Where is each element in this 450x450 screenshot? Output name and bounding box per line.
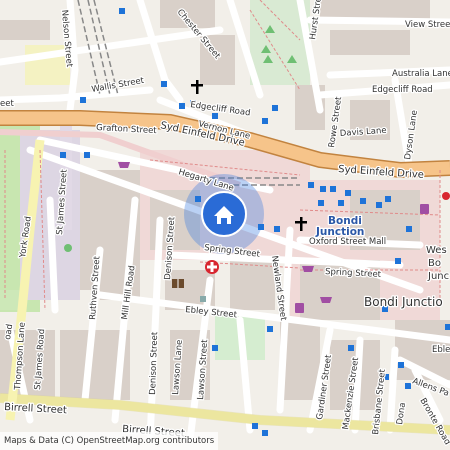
label-rowe-street: Rowe Street (327, 95, 344, 148)
label-westfield-2: Bo (428, 258, 441, 269)
map-attribution: Maps & Data (C) OpenStreetMap.org contri… (0, 432, 219, 450)
label-eet: eet (0, 99, 14, 109)
label-ebley-street-east: Eble (432, 345, 450, 355)
shop-icon (118, 162, 130, 168)
map-canvas[interactable]: View Street Australia Lane Edgecliff Roa… (0, 0, 450, 450)
library-icon[interactable] (172, 279, 184, 288)
label-view-street: View Street (405, 20, 450, 30)
shop-icon (302, 266, 314, 272)
shop-icon (295, 303, 304, 313)
pharmacy-icon[interactable] (442, 192, 450, 200)
pharmacy-icon[interactable] (205, 260, 219, 274)
label-dona: Dona (395, 402, 408, 426)
shop-icon (320, 297, 332, 303)
park-area (0, 290, 20, 310)
label-westfield: Wes (426, 245, 447, 256)
label-bondi-junction-station-2: Junction (315, 226, 364, 238)
label-dyson-lane: Dyson Lane (403, 110, 420, 161)
label-edgecliff-road-east: Edgecliff Road (372, 85, 433, 95)
label-denison-street-lower: Denison Street (148, 331, 160, 395)
map-view[interactable]: View Street Australia Lane Edgecliff Roa… (0, 0, 450, 450)
playground-icon (64, 244, 72, 252)
parking-icons (200, 296, 206, 302)
label-bondi-junction: Bondi Junctio (364, 295, 443, 309)
label-australia-lane: Australia Lane (392, 69, 450, 79)
shop-icon (420, 204, 429, 214)
label-westfield-3: Junc (427, 271, 449, 282)
label-oxford-street-mall: Oxford Street Mall (309, 237, 386, 247)
